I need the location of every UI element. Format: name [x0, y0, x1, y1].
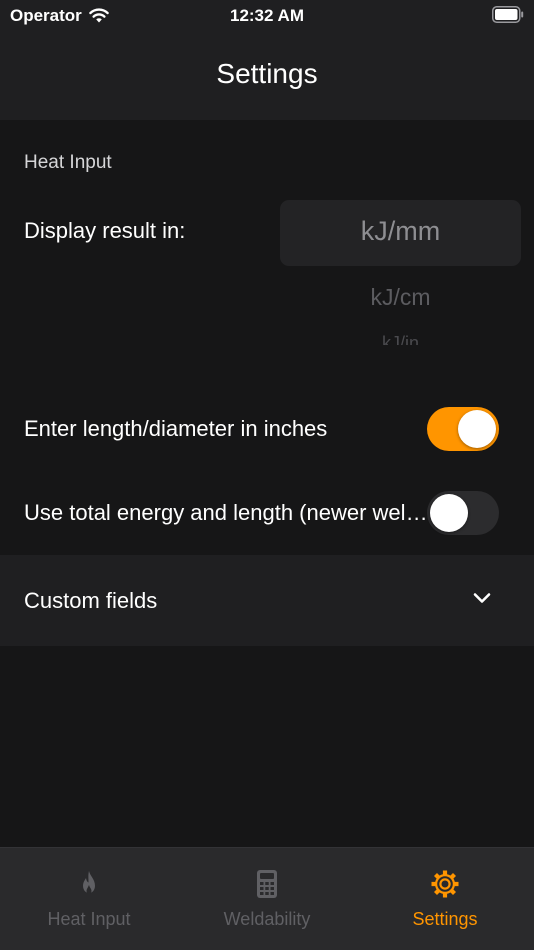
total-energy-toggle[interactable] — [427, 491, 499, 535]
picker-option-kj-mm[interactable]: kJ/mm — [280, 216, 521, 247]
gear-icon — [431, 870, 459, 898]
chevron-down-icon — [473, 593, 491, 603]
tab-bar: Heat Input Weldability Settings — [0, 847, 534, 950]
tab-label: Heat Input — [47, 909, 131, 929]
total-energy-toggle-label: Use total energy and length (newer weldi… — [24, 500, 428, 525]
toggle-knob — [430, 494, 468, 532]
heat-input-section-title: Heat Input — [24, 152, 112, 173]
inches-toggle[interactable] — [427, 407, 499, 451]
page-title: Settings — [216, 58, 318, 89]
flame-icon — [83, 871, 95, 894]
tab-settings[interactable]: Settings — [356, 848, 534, 950]
tab-label: Settings — [412, 909, 478, 929]
custom-fields-label: Custom fields — [24, 588, 158, 613]
custom-fields-row[interactable]: Custom fields — [0, 555, 534, 646]
picker-option-kj-in[interactable]: kJ/in — [280, 333, 521, 345]
picker-option-kj-cm[interactable]: kJ/cm — [280, 284, 521, 311]
tab-heat-input[interactable]: Heat Input — [0, 848, 178, 950]
toggle-knob — [458, 410, 496, 448]
status-bar: Operator 12:32 AM — [0, 0, 534, 32]
display-result-label: Display result in: — [24, 218, 186, 243]
calculator-icon — [257, 870, 277, 898]
clock: 12:32 AM — [229, 6, 304, 25]
unit-picker[interactable]: kJ/mm kJ/cm kJ/in — [280, 200, 521, 360]
settings-screen: Operator 12:32 AM Settings Heat Input Di… — [0, 0, 534, 950]
tab-weldability[interactable]: Weldability — [178, 848, 356, 950]
inches-toggle-label: Enter length/diameter in inches — [24, 416, 328, 441]
header: Operator 12:32 AM Settings — [0, 0, 534, 120]
battery-icon — [492, 6, 524, 23]
tab-label: Weldability — [223, 909, 311, 929]
